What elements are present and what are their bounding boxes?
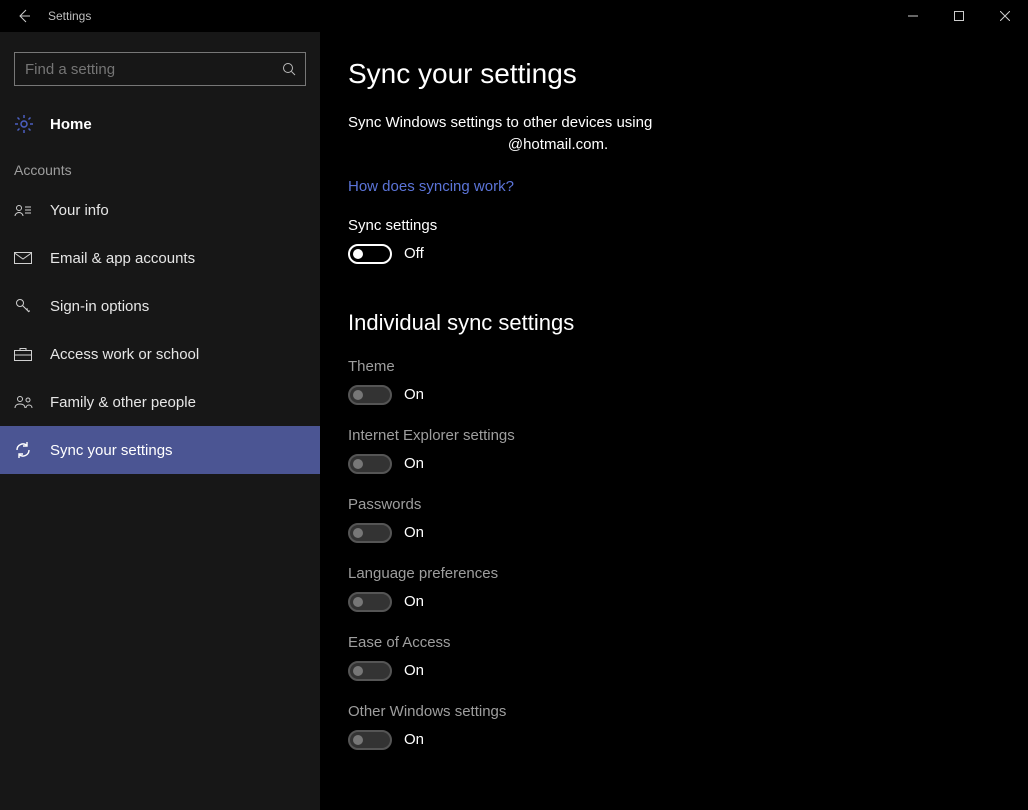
close-button[interactable] bbox=[982, 0, 1028, 32]
nav-label: Sign-in options bbox=[50, 298, 149, 315]
nav-label: Your info bbox=[50, 202, 109, 219]
nav-sync-settings[interactable]: Sync your settings bbox=[0, 426, 320, 474]
ease-access-state: On bbox=[404, 662, 424, 679]
page-title: Sync your settings bbox=[348, 58, 1028, 90]
back-button[interactable] bbox=[0, 0, 48, 32]
ie-settings-toggle[interactable] bbox=[348, 454, 392, 474]
sync-settings-toggle[interactable] bbox=[348, 244, 392, 264]
ease-access-label: Ease of Access bbox=[348, 634, 1028, 651]
sync-description: Sync Windows settings to other devices u… bbox=[348, 112, 768, 156]
individual-sync-heading: Individual sync settings bbox=[348, 310, 1028, 336]
sync-icon bbox=[14, 441, 38, 459]
nav-label: Access work or school bbox=[50, 346, 199, 363]
search-input[interactable] bbox=[14, 52, 306, 86]
content: Sync your settings Sync Windows settings… bbox=[320, 32, 1028, 810]
window-title: Settings bbox=[48, 9, 91, 23]
ie-settings-state: On bbox=[404, 455, 424, 472]
passwords-state: On bbox=[404, 524, 424, 541]
sidebar-home[interactable]: Home bbox=[0, 102, 320, 146]
theme-toggle[interactable] bbox=[348, 385, 392, 405]
nav-label: Family & other people bbox=[50, 394, 196, 411]
sidebar: Home Accounts Your info Email & app acco… bbox=[0, 32, 320, 810]
ease-access-toggle[interactable] bbox=[348, 661, 392, 681]
other-windows-state: On bbox=[404, 731, 424, 748]
passwords-label: Passwords bbox=[348, 496, 1028, 513]
nav-label: Email & app accounts bbox=[50, 250, 195, 267]
briefcase-icon bbox=[14, 347, 38, 361]
other-windows-label: Other Windows settings bbox=[348, 703, 1028, 720]
home-label: Home bbox=[50, 116, 92, 133]
nav-label: Sync your settings bbox=[50, 442, 173, 459]
nav-family[interactable]: Family & other people bbox=[0, 378, 320, 426]
theme-label: Theme bbox=[348, 358, 1028, 375]
search-icon bbox=[282, 62, 296, 76]
people-icon bbox=[14, 395, 38, 409]
language-state: On bbox=[404, 593, 424, 610]
arrow-left-icon bbox=[16, 8, 32, 24]
maximize-button[interactable] bbox=[936, 0, 982, 32]
nav-your-info[interactable]: Your info bbox=[0, 186, 320, 234]
nav-email-accounts[interactable]: Email & app accounts bbox=[0, 234, 320, 282]
nav-work-school[interactable]: Access work or school bbox=[0, 330, 320, 378]
passwords-toggle[interactable] bbox=[348, 523, 392, 543]
person-card-icon bbox=[14, 203, 38, 217]
sync-settings-state: Off bbox=[404, 245, 424, 262]
maximize-icon bbox=[954, 11, 964, 21]
how-syncing-works-link[interactable]: How does syncing work? bbox=[348, 178, 514, 195]
language-label: Language preferences bbox=[348, 565, 1028, 582]
category-label: Accounts bbox=[0, 146, 320, 186]
key-icon bbox=[14, 297, 38, 315]
other-windows-toggle[interactable] bbox=[348, 730, 392, 750]
gear-icon bbox=[14, 114, 38, 134]
minimize-icon bbox=[908, 11, 918, 21]
language-toggle[interactable] bbox=[348, 592, 392, 612]
sync-settings-label: Sync settings bbox=[348, 217, 1028, 234]
mail-icon bbox=[14, 252, 38, 264]
titlebar: Settings bbox=[0, 0, 1028, 32]
minimize-button[interactable] bbox=[890, 0, 936, 32]
theme-state: On bbox=[404, 386, 424, 403]
ie-settings-label: Internet Explorer settings bbox=[348, 427, 1028, 444]
close-icon bbox=[1000, 11, 1010, 21]
nav-signin-options[interactable]: Sign-in options bbox=[0, 282, 320, 330]
